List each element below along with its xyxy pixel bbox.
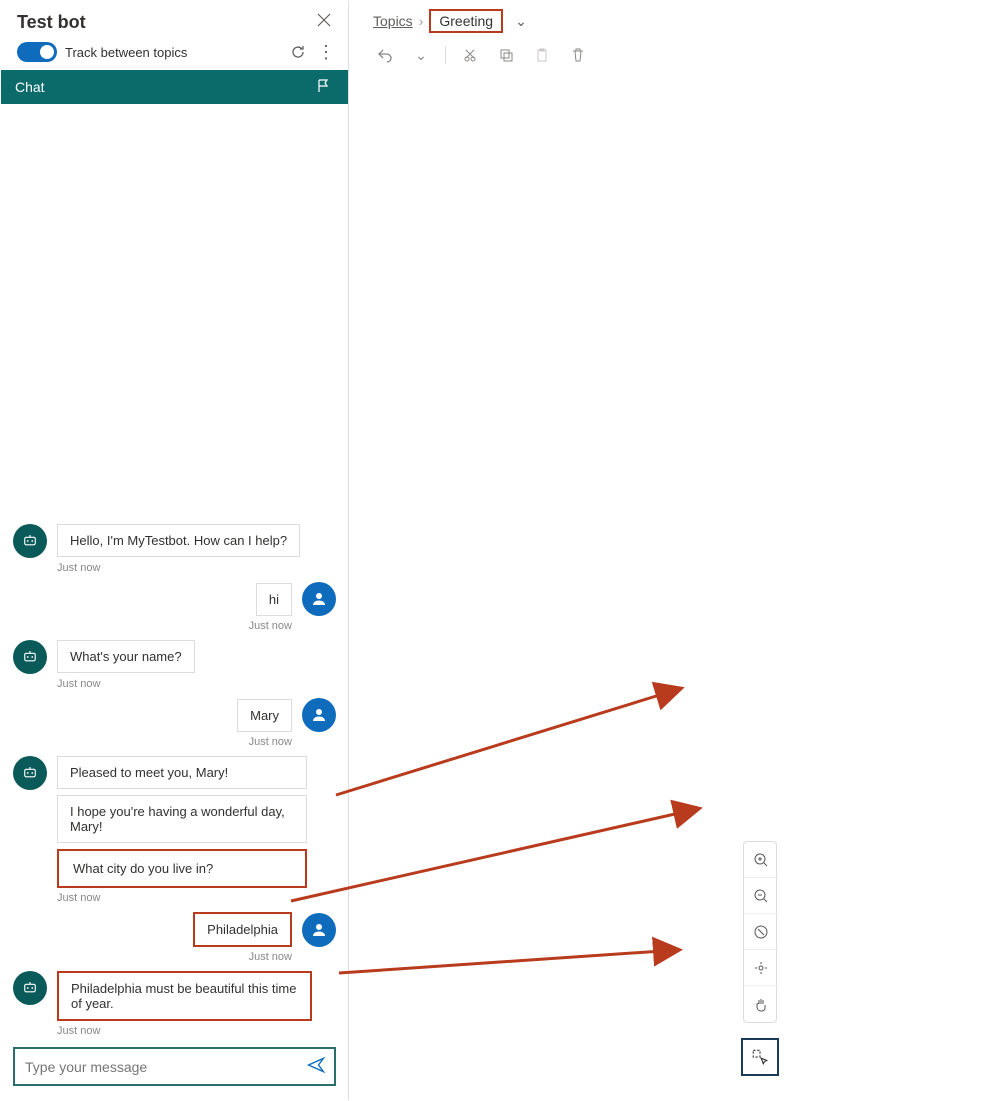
timestamp: Just now: [57, 892, 336, 904]
more-icon[interactable]: ⋮: [316, 42, 336, 62]
send-icon[interactable]: [306, 1055, 326, 1078]
user-avatar: [302, 582, 336, 616]
track-label: Track between topics: [65, 45, 280, 60]
pan-icon[interactable]: [744, 986, 778, 1022]
user-message: Mary: [237, 699, 292, 732]
copy-icon[interactable]: [494, 43, 518, 67]
bot-message: What's your name?: [57, 640, 195, 673]
chat-area: Hello, I'm MyTestbot. How can I help? Ju…: [1, 104, 348, 1037]
authoring-canvas-panel: Topics › Greeting ⌄ ⌄: [349, 1, 999, 1100]
paste-icon[interactable]: [530, 43, 554, 67]
track-toggle[interactable]: [17, 42, 57, 62]
bot-avatar: [13, 640, 47, 674]
chat-input-row[interactable]: [13, 1047, 336, 1086]
chevron-down-icon[interactable]: ⌄: [515, 13, 527, 30]
timestamp: Just now: [13, 951, 292, 963]
close-icon[interactable]: [316, 11, 332, 34]
timestamp: Just now: [57, 562, 336, 574]
chevron-right-icon: ›: [419, 13, 424, 29]
breadcrumb-root[interactable]: Topics: [373, 13, 413, 29]
user-avatar: [302, 913, 336, 947]
zoom-out-icon[interactable]: [744, 878, 778, 914]
fit-icon[interactable]: [744, 950, 778, 986]
selection-tool[interactable]: [741, 1038, 779, 1076]
timestamp: Just now: [13, 620, 292, 632]
zoom-in-icon[interactable]: [744, 842, 778, 878]
delete-icon[interactable]: [566, 43, 590, 67]
bot-avatar: [13, 756, 47, 790]
bot-message: I hope you're having a wonderful day, Ma…: [57, 795, 307, 843]
chat-tab[interactable]: Chat: [1, 70, 348, 104]
timestamp: Just now: [57, 678, 336, 690]
user-message-highlighted: Philadelphia: [193, 912, 292, 947]
bot-message: Pleased to meet you, Mary!: [57, 756, 307, 789]
test-bot-title: Test bot: [17, 12, 316, 33]
chat-input[interactable]: [23, 1058, 306, 1076]
bot-message-highlighted: What city do you live in?: [57, 849, 307, 888]
breadcrumb-current-highlighted: Greeting: [429, 9, 503, 33]
refresh-icon[interactable]: [288, 42, 308, 62]
bot-avatar: [13, 971, 47, 1005]
timestamp: Just now: [13, 736, 292, 748]
cut-icon[interactable]: [458, 43, 482, 67]
zoom-reset-icon[interactable]: [744, 914, 778, 950]
flag-icon[interactable]: [316, 78, 334, 96]
breadcrumb: Topics › Greeting ⌄: [349, 1, 999, 37]
chevron-down-icon[interactable]: ⌄: [409, 43, 433, 67]
user-avatar: [302, 698, 336, 732]
undo-icon[interactable]: [373, 43, 397, 67]
timestamp: Just now: [57, 1025, 336, 1037]
user-message: hi: [256, 583, 292, 616]
bot-message-highlighted: Philadelphia must be beautiful this time…: [57, 971, 312, 1021]
canvas-toolbar: ⌄: [349, 37, 999, 74]
bot-message: Hello, I'm MyTestbot. How can I help?: [57, 524, 300, 557]
bot-avatar: [13, 524, 47, 558]
zoom-toolbar: [743, 841, 777, 1023]
test-bot-panel: Test bot Track between topics ⋮ Chat: [1, 1, 349, 1100]
